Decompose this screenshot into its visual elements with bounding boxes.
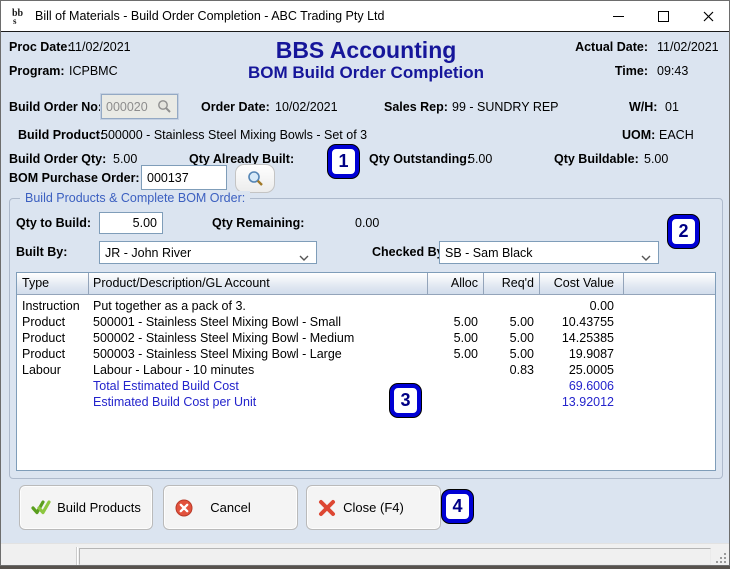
col-header-alloc: Alloc [432,276,478,290]
annotation-2: 2 [668,215,699,248]
checked-by-select[interactable]: SB - Sam Black [439,241,659,264]
minimize-button[interactable] [596,1,641,31]
build-order-qty-value: 5.00 [113,152,137,166]
build-order-qty-label: Build Order Qty: [9,152,106,166]
qty-outstanding-label: Qty Outstanding: [369,152,471,166]
qty-to-build-label: Qty to Build: [16,216,91,230]
wh-value: 01 [665,100,679,114]
status-message-panel [79,548,711,565]
build-products-label: Build Products [57,500,141,515]
col-header-cost-value: Cost Value [540,276,614,290]
cancel-button[interactable]: Cancel [163,485,298,530]
actual-date-value: 11/02/2021 [657,40,719,54]
built-by-select[interactable]: JR - John River [99,241,317,264]
annotation-3: 3 [390,384,421,417]
col-header-reqd: Req'd [484,276,534,290]
wh-label: W/H: [629,100,657,114]
close-f4-label: Close (F4) [343,500,404,515]
build-order-no-label: Build Order No: [9,100,102,114]
build-product-value: 500000 - Stainless Steel Mixing Bowls - … [101,128,367,142]
build-product-label: Build Product: [18,128,104,142]
table-row[interactable]: Instruction Put together as a pack of 3.… [17,299,715,315]
red-x-icon [318,499,336,520]
annotation-1: 1 [328,145,359,178]
bom-purchase-order-lookup-button[interactable] [235,164,275,193]
built-by-label: Built By: [16,245,67,259]
bom-purchase-order-label: BOM Purchase Order: [9,171,140,185]
chevron-down-icon [299,250,309,264]
annotation-4: 4 [442,490,473,523]
status-separator [76,547,77,565]
title-bar[interactable]: bb s Bill of Materials - Build Order Com… [1,1,729,32]
maximize-icon [658,11,669,22]
close-f4-button[interactable]: Close (F4) [306,485,441,530]
svg-text:s: s [13,16,17,26]
table-header: Type Product/Description/GL Account Allo… [17,273,715,295]
table-row[interactable]: Product 500002 - Stainless Steel Mixing … [17,331,715,347]
build-products-button[interactable]: Build Products [19,485,153,530]
qty-remaining-label: Qty Remaining: [212,216,304,230]
close-button[interactable] [686,1,730,31]
sales-rep-value: 99 - SUNDRY REP [452,100,559,114]
search-icon [247,170,264,187]
uom-label: UOM: [622,128,655,142]
minimize-icon [613,16,624,17]
status-bar [1,543,729,566]
close-icon [703,11,714,22]
checked-by-value: SB - Sam Black [445,246,533,260]
bom-purchase-order-input[interactable] [141,165,227,190]
chevron-down-icon [641,250,651,264]
col-header-description: Product/Description/GL Account [93,276,270,290]
checked-by-label: Checked By: [372,245,448,259]
app-icon: bb s [10,6,30,26]
qty-to-build-input[interactable] [99,212,163,234]
order-date-label: Order Date: [201,100,270,114]
group-title: Build Products & Complete BOM Order: [20,191,250,205]
built-by-value: JR - John River [105,246,191,260]
order-date-value: 10/02/2021 [275,100,338,114]
qty-remaining-value: 0.00 [355,216,379,230]
actual-date-label: Actual Date: [574,40,648,54]
col-header-type: Type [22,276,49,290]
table-row-total-build-cost: Total Estimated Build Cost 69.6006 [17,379,715,395]
qty-buildable-label: Qty Buildable: [554,152,639,166]
sales-rep-label: Sales Rep: [384,100,448,114]
uom-value: EACH [659,128,694,142]
bom-build-order-completion-window: bb s Bill of Materials - Build Order Com… [0,0,730,566]
qty-buildable-value: 5.00 [644,152,668,166]
maximize-button[interactable] [641,1,686,31]
qty-outstanding-value: 5.00 [468,152,492,166]
cancel-circle-icon [175,499,193,520]
build-order-no-lookup-icon [157,99,172,119]
table-row-cost-per-unit: Estimated Build Cost per Unit 13.92012 [17,395,715,411]
table-row[interactable]: Product 500001 - Stainless Steel Mixing … [17,315,715,331]
build-products-group: Build Products & Complete BOM Order: Qty… [9,198,723,479]
time-value: 09:43 [657,64,688,78]
double-check-icon [31,499,51,520]
cancel-label: Cancel [210,500,250,515]
components-table[interactable]: Type Product/Description/GL Account Allo… [16,272,716,471]
time-label: Time: [574,64,648,78]
table-row[interactable]: Labour Labour - Labour - 10 minutes 0.83… [17,363,715,379]
table-row[interactable]: Product 500003 - Stainless Steel Mixing … [17,347,715,363]
resize-grip[interactable] [715,552,727,564]
window-title: Bill of Materials - Build Order Completi… [35,9,384,23]
